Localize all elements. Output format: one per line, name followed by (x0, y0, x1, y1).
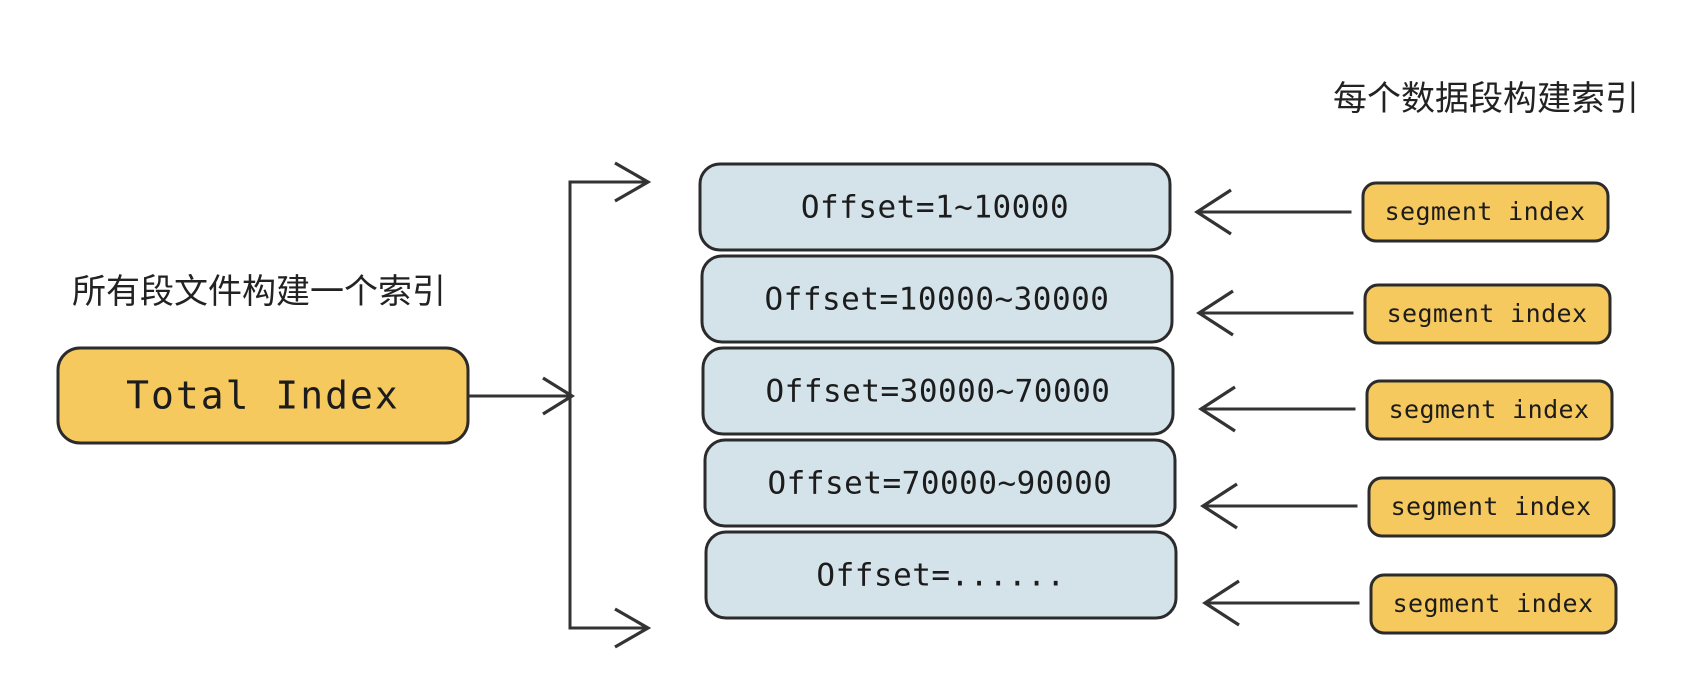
segment-offset-label: Offset=...... (816, 558, 1065, 594)
diagram-canvas: 所有段文件构建一个索引 Total Index Offset=1~10000 O… (0, 0, 1703, 675)
segment-index-label: segment index (1387, 299, 1588, 328)
segment-index-node[interactable]: segment index (1369, 573, 1618, 635)
segment-index-label: segment index (1393, 589, 1594, 618)
segment-index-node[interactable]: segment index (1367, 476, 1616, 538)
segment-index-connector (1200, 482, 1358, 530)
segment-offset-label: Offset=1~10000 (801, 190, 1069, 226)
segment-index-connectors (1194, 188, 1360, 627)
segment-offset-label: Offset=30000~70000 (766, 374, 1111, 410)
segment-index-connector (1194, 188, 1352, 236)
total-index-label: Total Index (126, 374, 400, 418)
segment-offset-label: Offset=10000~30000 (765, 282, 1110, 318)
segment-index-label: segment index (1385, 197, 1586, 226)
segment-row[interactable]: Offset=10000~30000 (700, 254, 1174, 344)
right-title-label: 每个数据段构建索引 (1333, 79, 1639, 119)
segment-index-connector (1196, 289, 1354, 337)
architecture-diagram: 所有段文件构建一个索引 Total Index Offset=1~10000 O… (56, 79, 1639, 649)
segment-row[interactable]: Offset=30000~70000 (701, 346, 1175, 436)
segment-stack: Offset=1~10000 Offset=10000~30000 Offset… (698, 162, 1178, 620)
segment-index-connector (1198, 385, 1356, 433)
total-index-node[interactable]: Total Index (56, 346, 470, 445)
segment-index-node[interactable]: segment index (1365, 379, 1614, 441)
segment-offset-label: Offset=70000~90000 (768, 466, 1113, 502)
segment-index-connector (1202, 579, 1360, 627)
segment-row[interactable]: Offset=70000~90000 (703, 438, 1177, 528)
segment-index-label: segment index (1389, 395, 1590, 424)
segment-index-node[interactable]: segment index (1361, 181, 1610, 243)
left-title-label: 所有段文件构建一个索引 (72, 272, 446, 312)
segment-index-stack: segment index segment index segment inde… (1361, 181, 1618, 635)
segment-index-node[interactable]: segment index (1363, 283, 1612, 345)
total-index-to-segments-connector (468, 161, 652, 649)
segment-row[interactable]: Offset=1~10000 (698, 162, 1172, 252)
segment-index-label: segment index (1391, 492, 1592, 521)
segment-row[interactable]: Offset=...... (704, 530, 1178, 620)
